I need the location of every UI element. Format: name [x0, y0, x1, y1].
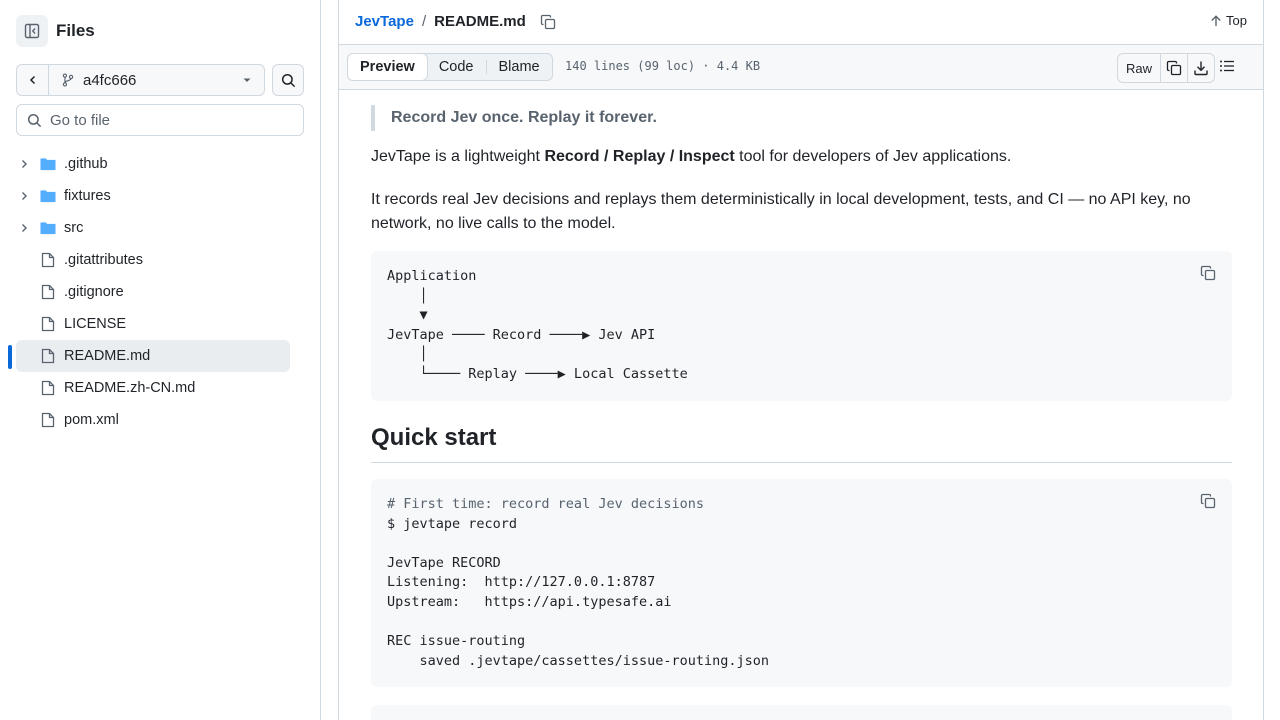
download-icon — [1194, 61, 1208, 76]
file-info: 140 lines (99 loc) · 4.4 KB — [565, 59, 761, 73]
back-button[interactable] — [16, 64, 48, 96]
tab-preview[interactable]: Preview — [347, 53, 428, 81]
file-tree-sidebar: Files a4fc666 Go to file .github fixture… — [0, 0, 321, 720]
breadcrumb-file: README.md — [434, 13, 526, 30]
tree-item-license[interactable]: LICENSE — [16, 308, 290, 340]
quick-start-code: # First time: record real Jev decisions … — [371, 479, 1232, 687]
file-icon — [40, 284, 56, 300]
copy-icon — [1200, 493, 1216, 509]
file-toolbar: Preview Code Blame 140 lines (99 loc) · … — [339, 44, 1263, 90]
copy-icon — [1200, 265, 1216, 281]
back-to-top-button[interactable]: Top — [1210, 13, 1247, 28]
go-to-file-placeholder: Go to file — [50, 111, 111, 129]
raw-actions-group: Raw — [1117, 53, 1215, 83]
chevron-right-icon[interactable] — [16, 223, 32, 233]
tree-item-gitignore[interactable]: .gitignore — [16, 276, 290, 308]
code-body: $ jevtape record JevTape RECORD Listenin… — [387, 515, 770, 669]
tree-item-label: fixtures — [64, 188, 111, 204]
download-button[interactable] — [1187, 54, 1214, 82]
quick-start-heading: Quick start — [371, 424, 1232, 463]
tree-item-label: README.md — [64, 348, 151, 364]
folder-icon — [40, 189, 56, 203]
file-tree: .github fixtures src .gitattributes .git… — [16, 148, 290, 436]
tree-item-label: LICENSE — [64, 316, 127, 332]
file-icon — [40, 412, 56, 428]
file-icon — [40, 252, 56, 268]
tree-item-label: .gitignore — [64, 284, 124, 300]
folder-icon — [40, 157, 56, 171]
file-icon — [40, 316, 56, 332]
tree-item-src[interactable]: src — [16, 212, 290, 244]
file-view: JevTape / README.md Top Preview Code Bla… — [338, 0, 1264, 720]
folder-icon — [40, 221, 56, 235]
tree-item-label: README.zh-CN.md — [64, 380, 196, 396]
blockquote: Record Jev once. Replay it forever. — [371, 105, 657, 131]
search-icon — [281, 73, 295, 87]
quick-start-code-block: # First time: record real Jev decisions … — [371, 479, 1232, 687]
tab-code[interactable]: Code — [427, 54, 486, 80]
tree-item-pom[interactable]: pom.xml — [16, 404, 290, 436]
tree-item-label: .github — [64, 156, 108, 172]
tab-blame[interactable]: Blame — [487, 54, 552, 80]
breadcrumb-separator: / — [421, 13, 427, 30]
list-outline-icon — [1220, 60, 1234, 72]
sidebar-header: Files — [16, 15, 95, 47]
copy-icon — [540, 14, 555, 29]
tree-item-github[interactable]: .github — [16, 148, 290, 180]
collapse-sidebar-button[interactable] — [16, 15, 48, 47]
search-files-button[interactable] — [272, 64, 304, 96]
arrow-up-icon — [1211, 14, 1221, 26]
tree-item-fixtures[interactable]: fixtures — [16, 180, 290, 212]
copy-path-button[interactable] — [540, 14, 556, 30]
tree-item-label: src — [64, 220, 84, 236]
intro-prefix: JevTape is a lightweight — [371, 148, 545, 165]
tree-item-readme-zh[interactable]: README.zh-CN.md — [16, 372, 290, 404]
diagram-code-block: Application │ ▼ JevTape ──── Record ────… — [371, 251, 1232, 401]
next-code-block — [371, 705, 1232, 720]
view-mode-tabs: Preview Code Blame — [347, 53, 553, 81]
chevron-right-icon[interactable] — [16, 191, 32, 201]
search-icon — [27, 113, 42, 127]
copy-raw-button[interactable] — [1160, 54, 1187, 82]
top-label: Top — [1226, 13, 1247, 28]
copy-code-button[interactable] — [1198, 263, 1218, 283]
file-icon — [40, 380, 56, 396]
description-paragraph: It records real Jev decisions and replay… — [371, 191, 1191, 232]
active-item-indicator — [8, 345, 12, 369]
sidebar-title: Files — [56, 21, 95, 40]
raw-button[interactable]: Raw — [1118, 54, 1160, 82]
diagram-code: Application │ ▼ JevTape ──── Record ────… — [387, 268, 688, 382]
file-icon — [40, 348, 56, 364]
sidebar-collapse-icon — [24, 23, 40, 39]
breadcrumb: JevTape / README.md — [355, 13, 556, 30]
branch-name: a4fc666 — [83, 71, 137, 89]
breadcrumb-repo-link[interactable]: JevTape — [355, 13, 414, 30]
branch-selector[interactable]: a4fc666 — [48, 64, 265, 96]
intro-paragraph: JevTape is a lightweight Record / Replay… — [371, 148, 1011, 166]
tree-item-readme[interactable]: README.md — [16, 340, 290, 372]
git-branch-icon — [62, 73, 74, 87]
go-to-file-input[interactable]: Go to file — [16, 104, 304, 136]
blockquote-text: Record Jev once. Replay it forever. — [391, 109, 657, 126]
tree-item-label: .gitattributes — [64, 252, 143, 268]
branch-row: a4fc666 — [16, 64, 265, 96]
tree-item-label: pom.xml — [64, 412, 119, 428]
intro-bold: Record / Replay / Inspect — [544, 148, 735, 165]
intro-suffix: tool for developers of Jev applications. — [734, 148, 1012, 165]
caret-down-icon — [243, 78, 251, 82]
chevron-left-icon — [29, 75, 35, 85]
copy-icon — [1166, 60, 1182, 76]
tree-item-gitattributes[interactable]: .gitattributes — [16, 244, 290, 276]
outline-button[interactable] — [1219, 58, 1235, 79]
code-comment: # First time: record real Jev decisions — [387, 496, 704, 512]
chevron-right-icon[interactable] — [16, 159, 32, 169]
copy-code-button[interactable] — [1198, 491, 1218, 511]
